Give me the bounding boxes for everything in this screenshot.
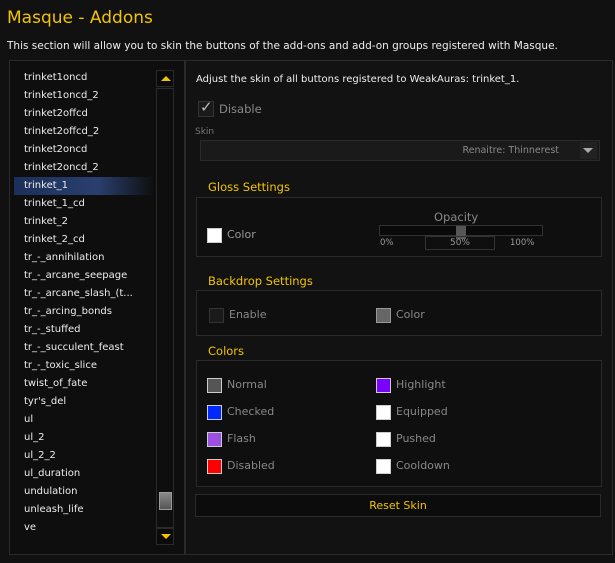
opacity-slider[interactable] (379, 225, 543, 239)
addon-list: trinket1oncd trinket1oncd_2 trinket2offcd t… (9, 60, 185, 555)
addon-list-item[interactable]: trinket_2 (14, 213, 154, 231)
addon-list-item[interactable]: unleash_life (14, 501, 154, 519)
addon-list-item[interactable]: ul_2_2 (14, 447, 154, 465)
gloss-settings-title: Gloss Settings (208, 180, 290, 194)
addon-list-item[interactable]: tr_-_stuffed (14, 321, 154, 339)
gloss-color-label: Color (227, 228, 256, 241)
color-label-highlight: Highlight (396, 378, 446, 391)
page-title: Masque - Addons (7, 8, 153, 28)
disable-label: Disable (219, 102, 262, 116)
gloss-color-swatch[interactable] (207, 228, 222, 243)
page-description: This section will allow you to skin the … (7, 40, 558, 52)
addon-list-item[interactable]: ve (14, 519, 154, 537)
backdrop-color-label: Color (396, 308, 425, 321)
skin-dropdown-value: Renaitre: Thinnerest (462, 145, 559, 156)
gloss-settings-group: Color Opacity 0% 50% 100% (196, 197, 602, 257)
chevron-down-icon (583, 148, 593, 153)
color-label-disabled: Disabled (227, 459, 275, 472)
addon-list-item[interactable]: trinket_1 (14, 177, 154, 195)
scroll-down-button[interactable] (156, 528, 174, 545)
opacity-value-input[interactable]: 50% (425, 236, 495, 250)
opacity-label: Opacity (434, 210, 479, 224)
dropdown-button[interactable] (580, 142, 597, 159)
addon-list-item[interactable]: ul_duration (14, 465, 154, 483)
skin-settings-panel: Adjust the skin of all buttons registere… (185, 60, 613, 555)
arrow-down-icon (161, 534, 171, 539)
backdrop-enable-label: Enable (229, 308, 267, 321)
color-swatch-cooldown[interactable] (376, 459, 391, 474)
color-swatch-highlight[interactable] (376, 378, 391, 393)
color-label-normal: Normal (227, 378, 267, 391)
addon-list-item[interactable]: twist_of_fate (14, 375, 154, 393)
addon-list-item[interactable]: tr_-_succulent_feast (14, 339, 154, 357)
disable-checkbox[interactable]: ✓ (198, 98, 214, 117)
addon-list-item[interactable]: trinket1oncd_2 (14, 87, 154, 105)
panel-heading: Adjust the skin of all buttons registere… (196, 74, 520, 85)
backdrop-settings-group: Enable Color (196, 290, 602, 336)
addon-list-item[interactable]: trinket_2_cd (14, 231, 154, 249)
addon-list-item[interactable]: trinket2oncd (14, 141, 154, 159)
addon-list-item[interactable]: tr_-_arcane_slash_(t... (14, 285, 154, 303)
color-label-pushed: Pushed (396, 432, 436, 445)
color-label-cooldown: Cooldown (396, 459, 450, 472)
arrow-up-icon (161, 76, 171, 81)
opacity-min: 0% (380, 238, 394, 248)
opacity-max: 100% (510, 238, 535, 248)
addon-list-item[interactable]: trinket1oncd (14, 69, 154, 87)
addon-list-item[interactable]: ul (14, 411, 154, 429)
addon-list-item[interactable]: tr_-_arcane_seepage (14, 267, 154, 285)
scrollbar-track[interactable] (156, 88, 174, 528)
addon-list-item[interactable]: tr_-_arcing_bonds (14, 303, 154, 321)
backdrop-settings-title: Backdrop Settings (208, 274, 313, 288)
colors-title: Colors (208, 344, 245, 358)
addon-list-item[interactable]: trinket2oncd_2 (14, 159, 154, 177)
scrollbar-thumb[interactable] (159, 492, 172, 510)
color-swatch-checked[interactable] (207, 405, 222, 420)
backdrop-color-swatch[interactable] (376, 308, 391, 323)
addon-list-item[interactable]: ul_2 (14, 429, 154, 447)
addon-list-item[interactable]: undulation (14, 483, 154, 501)
colors-group: Normal Highlight Checked Equipped Flash Pushe… (196, 360, 602, 487)
backdrop-enable-checkbox[interactable] (209, 308, 224, 323)
color-swatch-equipped[interactable] (376, 405, 391, 420)
addon-list-item[interactable]: tr_-_toxic_slice (14, 357, 154, 375)
color-label-checked: Checked (227, 405, 275, 418)
addon-list-item[interactable]: trinket2offcd_2 (14, 123, 154, 141)
color-label-flash: Flash (227, 432, 256, 445)
addon-list-item[interactable]: trinket_1_cd (14, 195, 154, 213)
color-swatch-pushed[interactable] (376, 432, 391, 447)
color-swatch-disabled[interactable] (207, 459, 222, 474)
addon-list-item[interactable]: trinket2offcd (14, 105, 154, 123)
scroll-up-button[interactable] (156, 70, 174, 87)
reset-skin-button[interactable]: Reset Skin (195, 494, 601, 517)
color-swatch-normal[interactable] (207, 378, 222, 393)
color-swatch-flash[interactable] (207, 432, 222, 447)
checkmark-icon: ✓ (200, 98, 213, 116)
skin-label: Skin (195, 127, 215, 137)
skin-dropdown[interactable]: Renaitre: Thinnerest (200, 140, 600, 161)
color-label-equipped: Equipped (396, 405, 448, 418)
addon-list-item[interactable]: tr_-_annihilation (14, 249, 154, 267)
addon-list-item[interactable]: tyr's_del (14, 393, 154, 411)
